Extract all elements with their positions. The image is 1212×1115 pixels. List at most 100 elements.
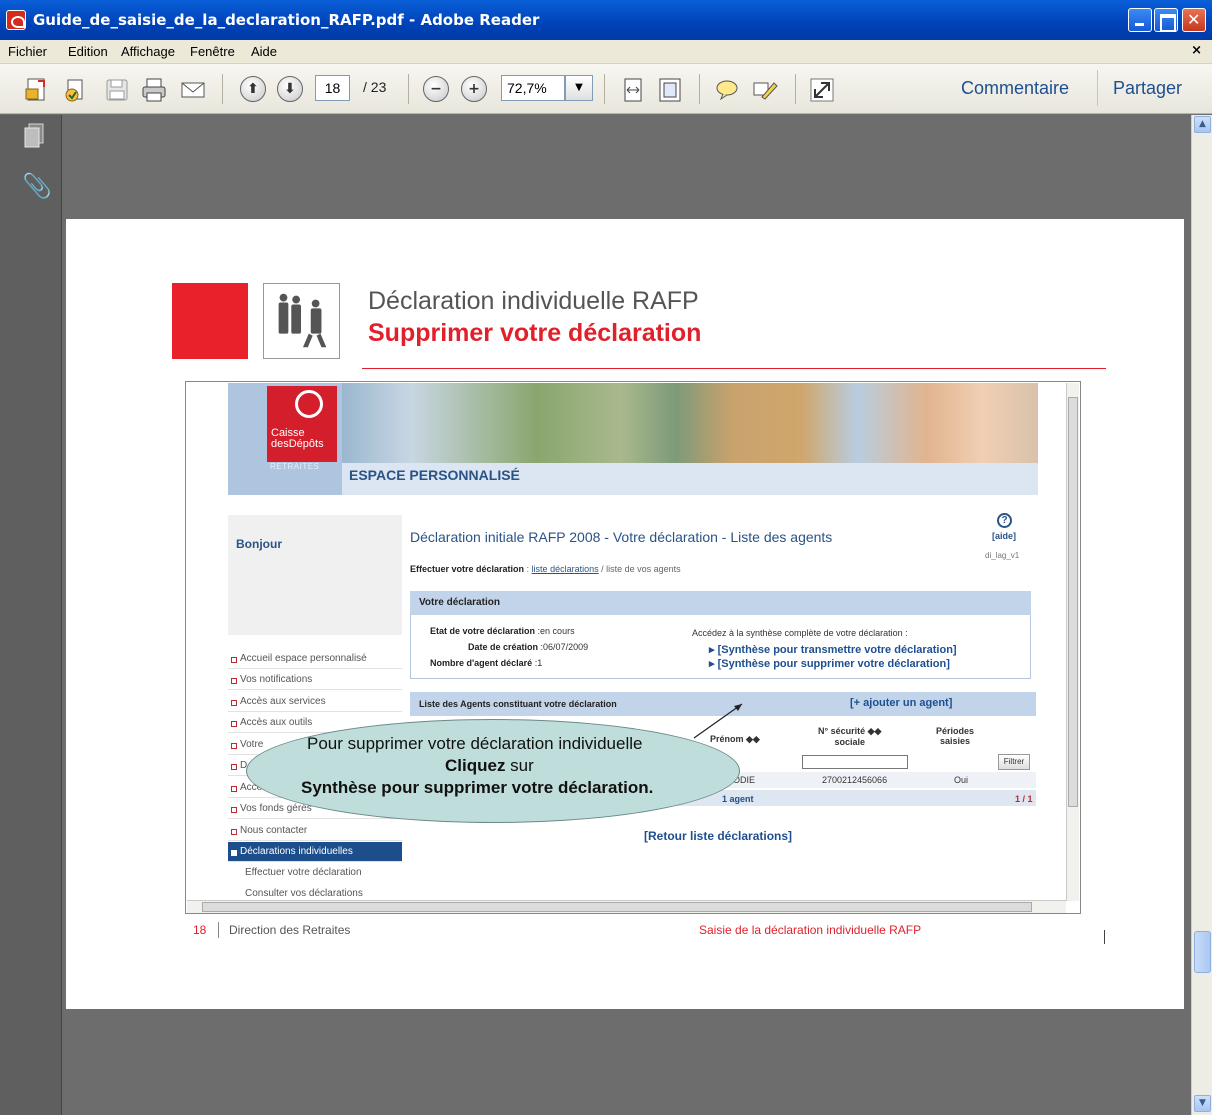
close-button[interactable] — [1182, 8, 1206, 32]
sidebar-sub-consulter[interactable]: Consulter vos déclarations — [245, 888, 363, 899]
sidebar-item-contact[interactable]: Nous contacter — [228, 821, 402, 841]
scroll-down-icon[interactable]: ▼ — [1194, 1095, 1211, 1112]
logo-text: Caisse desDépôts — [271, 427, 324, 450]
breadcrumb: Effectuer votre déclaration : liste décl… — [410, 564, 681, 574]
sidebar-item-notifications[interactable]: Vos notifications — [228, 670, 402, 690]
chevron-down-icon: ▼ — [575, 82, 583, 93]
toolbar-separator — [604, 74, 605, 104]
embedded-scroll-thumb[interactable] — [1068, 397, 1078, 807]
plus-icon: + — [468, 81, 480, 97]
help-link[interactable]: [aide] — [992, 531, 1016, 541]
page-total: / 23 — [363, 79, 387, 95]
scrollbar-thumb[interactable] — [1194, 931, 1211, 973]
menu-edition[interactable]: Edition — [68, 44, 108, 59]
breadcrumb-link[interactable]: liste déclarations — [532, 564, 599, 574]
main-title: Déclaration initiale RAFP 2008 - Votre d… — [410, 529, 833, 545]
page-title: Déclaration individuelle RAFP — [368, 287, 699, 315]
sidebar-item-accueil[interactable]: Accueil espace personnalisé — [228, 649, 402, 669]
embedded-horizontal-scrollbar[interactable] — [187, 900, 1066, 913]
banner-photo — [342, 383, 1038, 463]
highlight-icon[interactable] — [752, 77, 778, 103]
sidebar-item-services[interactable]: Accès aux services — [228, 692, 402, 712]
title-bar: Guide_de_saisie_de_la_declaration_RAFP.p… — [0, 0, 1212, 40]
date-row: Date de création :06/07/2009 — [468, 642, 589, 652]
callout-line-1: Pour supprimer votre déclaration individ… — [307, 734, 643, 753]
synthese-transmettre-link[interactable]: ▸ [Synthèse pour transmettre votre décla… — [709, 643, 957, 656]
navigation-panel — [0, 115, 62, 1115]
page-subtitle: Supprimer votre déclaration — [368, 319, 702, 347]
red-logo-square — [172, 283, 248, 359]
previous-page-button[interactable]: ⬆ — [240, 76, 266, 102]
sidebar-item-declarations[interactable]: Déclarations individuelles — [228, 842, 402, 862]
close-document-icon[interactable]: × — [1191, 43, 1202, 58]
greeting: Bonjour — [236, 537, 282, 551]
zoom-out-button[interactable]: − — [423, 76, 449, 102]
retour-liste-link[interactable]: [Retour liste déclarations] — [644, 829, 792, 843]
cell-nss: 2700212456066 — [822, 775, 888, 785]
footer-right-divider — [1104, 930, 1105, 944]
synthese-supprimer-link[interactable]: ▸ [Synthèse pour supprimer votre déclara… — [709, 657, 950, 670]
comment-icon[interactable] — [714, 77, 740, 103]
embedded-vertical-scrollbar[interactable] — [1066, 383, 1079, 901]
retraites-label: RETRAITES — [270, 462, 320, 471]
footer-left-text: Direction des Retraites — [229, 923, 351, 937]
fit-width-icon[interactable] — [620, 77, 646, 103]
page-code: di_lag_v1 — [985, 551, 1020, 560]
help-icon[interactable]: ? — [997, 513, 1012, 528]
zoom-input[interactable]: 72,7% — [501, 75, 565, 101]
menu-bar: Fichier Edition Affichage Fenêtre Aide × — [0, 40, 1212, 64]
agent-count: 1 agent — [722, 794, 754, 804]
zoom-dropdown-button[interactable]: ▼ — [565, 75, 593, 101]
callout-line-3: Synthèse pour supprimer votre déclaratio… — [301, 778, 654, 797]
menu-affichage[interactable]: Affichage — [121, 44, 175, 59]
etat-row: Etat de votre déclaration :en cours — [430, 626, 575, 636]
document-scrollbar[interactable]: ▲ ▼ — [1191, 115, 1212, 1115]
filter-button[interactable]: Filtrer — [998, 754, 1030, 770]
pages-icon[interactable] — [22, 122, 46, 150]
fit-page-icon[interactable] — [657, 77, 683, 103]
page-number-input[interactable]: 18 — [315, 75, 350, 101]
adobe-reader-icon — [6, 10, 26, 30]
expand-icon[interactable] — [809, 77, 835, 103]
scroll-up-icon[interactable]: ▲ — [1194, 116, 1211, 133]
embedded-hscroll-thumb[interactable] — [202, 902, 1032, 912]
title-divider — [362, 368, 1106, 369]
share-tab[interactable]: Partager — [1113, 78, 1182, 99]
minimize-button[interactable] — [1128, 8, 1152, 32]
attachments-icon[interactable]: 📎 — [22, 172, 52, 200]
pagination: 1 / 1 — [1015, 794, 1033, 804]
sidebar-greeting-area — [228, 515, 402, 635]
synthese-intro: Accédez à la synthèse complète de votre … — [692, 628, 908, 638]
zoom-in-button[interactable]: + — [461, 76, 487, 102]
footer-page-number: 18 — [193, 923, 207, 937]
next-page-button[interactable]: ⬇ — [277, 76, 303, 102]
minus-icon: − — [430, 81, 442, 97]
col-nss[interactable]: N° sécurité ◆◆ sociale — [818, 726, 881, 747]
cell-periodes: Oui — [954, 775, 969, 785]
window-title: Guide_de_saisie_de_la_declaration_RAFP.p… — [33, 11, 540, 29]
callout-line-2: Cliquez sur — [445, 756, 534, 775]
arrow-up-icon: ⬆ — [247, 81, 259, 97]
organizer-icon[interactable] — [62, 77, 88, 103]
toolbar-separator — [222, 74, 223, 104]
toolbar-separator — [795, 74, 796, 104]
menu-aide[interactable]: Aide — [251, 44, 277, 59]
comment-tab[interactable]: Commentaire — [961, 78, 1069, 99]
email-icon[interactable] — [180, 77, 206, 103]
add-agent-link[interactable]: [+ ajouter un agent] — [850, 697, 952, 709]
filter-input[interactable] — [802, 755, 908, 769]
menu-fenetre[interactable]: Fenêtre — [190, 44, 235, 59]
nombre-row: Nombre d'agent déclaré :1 — [430, 658, 543, 668]
print-icon[interactable] — [141, 77, 167, 103]
toolbar-separator — [1097, 70, 1098, 106]
declaration-box-title: Votre déclaration — [410, 591, 1031, 615]
col-periodes: Périodes saisies — [936, 726, 975, 746]
create-pdf-icon[interactable] — [24, 77, 50, 103]
save-icon[interactable] — [104, 77, 130, 103]
maximize-button[interactable] — [1154, 8, 1178, 32]
menu-fichier[interactable]: Fichier — [8, 44, 47, 59]
sidebar-sub-effectuer[interactable]: Effectuer votre déclaration — [245, 867, 362, 878]
callout-arrow — [693, 703, 743, 739]
arrow-down-icon: ⬇ — [284, 81, 296, 97]
toolbar-separator — [408, 74, 409, 104]
